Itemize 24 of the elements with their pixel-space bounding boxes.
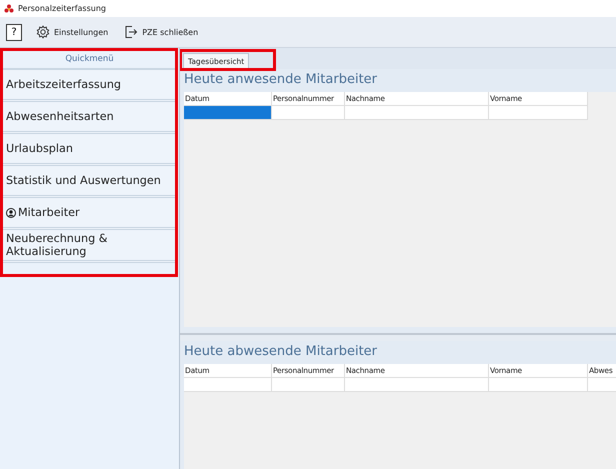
sidebar-item[interactable]: Urlaubsplan: [2, 134, 177, 166]
app-logo-icon: [4, 4, 14, 14]
table-cell[interactable]: [489, 106, 588, 120]
help-button[interactable]: ?: [6, 24, 22, 40]
table-cell[interactable]: [184, 378, 272, 392]
sidebar-item[interactable]: Statistik und Auswertungen: [2, 166, 177, 198]
table-cell[interactable]: [345, 378, 489, 392]
window-title: Personalzeiterfassung: [18, 4, 106, 13]
toolbar-button[interactable]: PZE schließen: [124, 25, 206, 39]
toolbar-button[interactable]: Einstellungen: [36, 25, 116, 39]
person-icon: [6, 208, 16, 218]
table-cell[interactable]: [489, 378, 588, 392]
table-cell[interactable]: [272, 378, 345, 392]
sidebar-item[interactable]: Arbeitszeiterfassung: [2, 70, 177, 102]
table-cell[interactable]: [184, 106, 272, 120]
sidebar-item[interactable]: Neuberechnung & Aktualisierung: [2, 230, 177, 263]
section-heading: Heute anwesende Mitarbeiter: [184, 71, 378, 89]
exit-icon: [124, 25, 138, 39]
sidebar-item[interactable]: Abwesenheitsarten: [2, 102, 177, 134]
table-cell[interactable]: [345, 106, 489, 120]
table-cell[interactable]: [272, 106, 345, 120]
section-heading: Heute abwesende Mitarbeiter: [184, 343, 378, 361]
settings-icon: [36, 25, 50, 39]
sidebar-item[interactable]: Mitarbeiter: [2, 198, 177, 230]
